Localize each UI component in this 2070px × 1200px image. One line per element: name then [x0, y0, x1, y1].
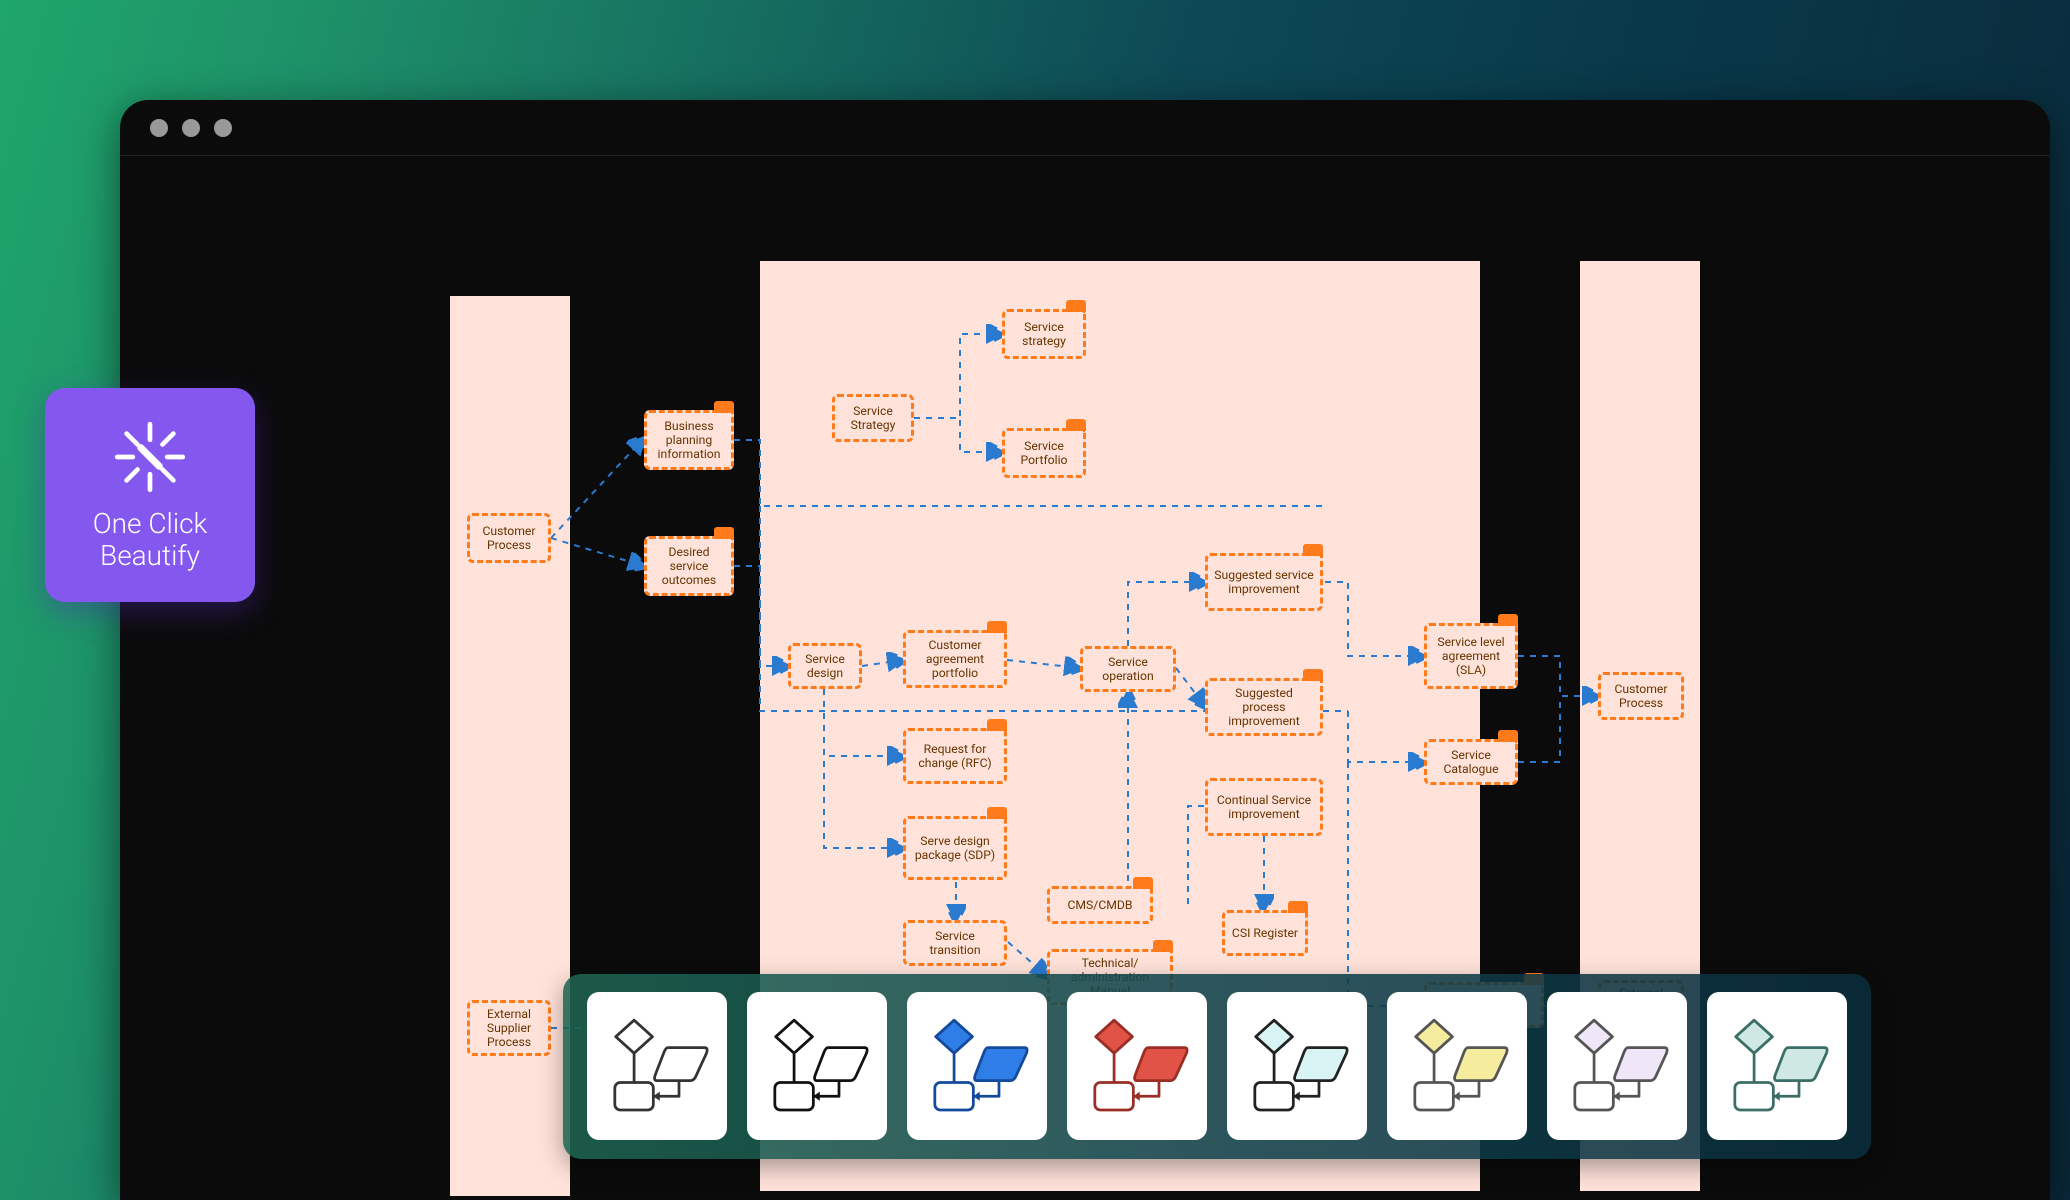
node-label: Request for change (RFC) — [912, 742, 998, 770]
flowchart-icon — [602, 1011, 712, 1121]
one-click-beautify-button[interactable]: One Click Beautify — [45, 388, 255, 602]
close-icon[interactable] — [150, 119, 168, 137]
title-bar — [120, 100, 2050, 156]
theme-swatch-theme-cyan[interactable] — [1227, 992, 1367, 1140]
flowchart-icon — [1562, 1011, 1672, 1121]
theme-swatch-theme-white-outline[interactable] — [587, 992, 727, 1140]
node-label: Continual Service improvement — [1214, 793, 1314, 821]
node-serve-design-package[interactable]: Serve design package (SDP) — [903, 816, 1007, 880]
node-label: Suggested service improvement — [1214, 568, 1314, 596]
node-label: Business planning information — [653, 419, 725, 461]
node-label: Serve design package (SDP) — [912, 834, 998, 862]
node-service-strategy-output[interactable]: Service strategy — [1002, 309, 1086, 359]
node-label: Service Portfolio — [1011, 439, 1077, 467]
sparkle-wand-icon — [111, 418, 189, 496]
flowchart-icon — [762, 1011, 872, 1121]
node-service-strategy[interactable]: Service Strategy — [832, 394, 914, 442]
node-label: CMS/CMDB — [1067, 898, 1132, 912]
node-cms-cmdb[interactable]: CMS/CMDB — [1047, 886, 1153, 924]
one-click-beautify-label: One Click Beautify — [93, 508, 208, 572]
node-label: Service strategy — [1011, 320, 1077, 348]
node-label: Customer agreement portfolio — [912, 638, 998, 680]
node-service-transition[interactable]: Service transition — [903, 920, 1007, 966]
node-service-level-agreement[interactable]: Service level agreement (SLA) — [1424, 623, 1518, 689]
node-customer-agreement-portfolio[interactable]: Customer agreement portfolio — [903, 630, 1007, 688]
node-customer-process[interactable]: Customer Process — [467, 513, 551, 563]
node-label: External Supplier Process — [476, 1007, 542, 1049]
theme-swatch-theme-yellow[interactable] — [1387, 992, 1527, 1140]
node-request-for-change[interactable]: Request for change (RFC) — [903, 728, 1007, 784]
node-service-catalogue[interactable]: Service Catalogue — [1424, 739, 1518, 785]
node-service-operation[interactable]: Service operation — [1080, 646, 1176, 692]
theme-swatch-theme-teal[interactable] — [1707, 992, 1847, 1140]
node-suggested-service-improvement[interactable]: Suggested service improvement — [1205, 553, 1323, 611]
node-label: Suggested process improvement — [1214, 686, 1314, 728]
flowchart-icon — [1082, 1011, 1192, 1121]
node-service-portfolio[interactable]: Service Portfolio — [1002, 428, 1086, 478]
flowchart-icon — [1722, 1011, 1832, 1121]
theme-swatch-theme-black-outline[interactable] — [747, 992, 887, 1140]
node-label: Desired service outcomes — [653, 545, 725, 587]
node-label: Service Catalogue — [1433, 748, 1509, 776]
flowchart-icon — [922, 1011, 1032, 1121]
node-service-design[interactable]: Service design — [788, 643, 862, 689]
node-external-supplier-process-left[interactable]: External Supplier Process — [467, 1000, 551, 1056]
theme-swatch-theme-red[interactable] — [1067, 992, 1207, 1140]
node-label: Service Strategy — [841, 404, 905, 432]
flowchart-icon — [1242, 1011, 1352, 1121]
node-label: Service level agreement (SLA) — [1433, 635, 1509, 677]
node-suggested-process-improvement[interactable]: Suggested process improvement — [1205, 678, 1323, 736]
node-customer-process-right[interactable]: Customer Process — [1598, 672, 1684, 720]
node-label: Customer Process — [476, 524, 542, 552]
theme-swatch-tray — [563, 974, 1871, 1159]
panel-left — [450, 296, 570, 1196]
minimize-icon[interactable] — [182, 119, 200, 137]
node-csi-register[interactable]: CSI Register — [1222, 910, 1308, 956]
node-label: Service transition — [912, 929, 998, 957]
theme-swatch-theme-blue[interactable] — [907, 992, 1047, 1140]
maximize-icon[interactable] — [214, 119, 232, 137]
node-label: Service design — [797, 652, 853, 680]
node-label: Service operation — [1089, 655, 1167, 683]
theme-swatch-theme-lilac[interactable] — [1547, 992, 1687, 1140]
node-business-planning-information[interactable]: Business planning information — [644, 410, 734, 470]
node-label: CSI Register — [1232, 926, 1298, 940]
node-continual-service-improvement[interactable]: Continual Service improvement — [1205, 778, 1323, 836]
node-label: Customer Process — [1607, 682, 1675, 710]
node-desired-service-outcomes[interactable]: Desired service outcomes — [644, 536, 734, 596]
flowchart-icon — [1402, 1011, 1512, 1121]
